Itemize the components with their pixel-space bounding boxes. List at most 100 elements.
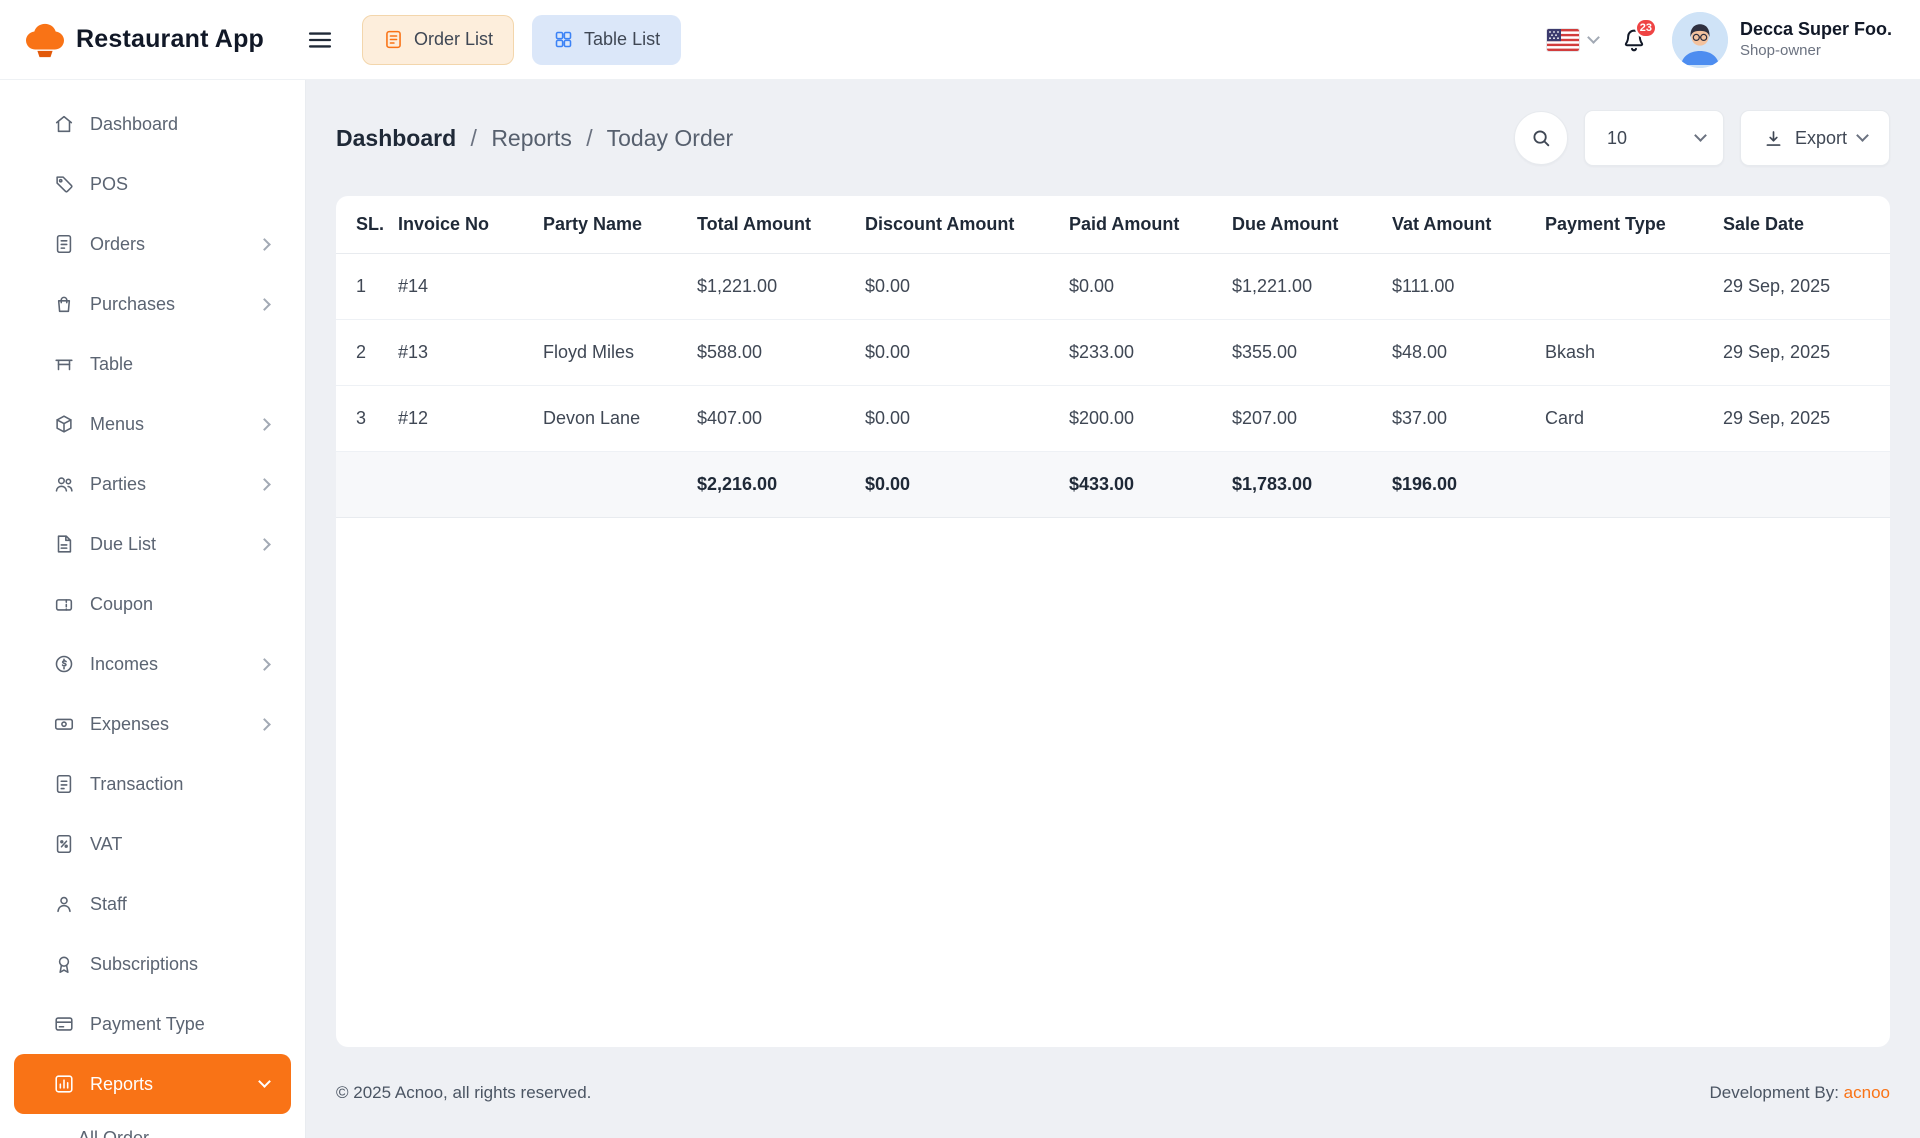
user-meta: Decca Super Foo. Shop-owner bbox=[1740, 18, 1892, 61]
users-icon bbox=[53, 473, 75, 495]
breadcrumb-section[interactable]: Reports bbox=[491, 125, 572, 151]
table-list-label: Table List bbox=[584, 29, 661, 49]
chevron-down-icon bbox=[1856, 129, 1869, 142]
breadcrumb-separator: / bbox=[470, 124, 477, 151]
breadcrumb-root[interactable]: Dashboard bbox=[336, 125, 456, 151]
table-totals-row: $2,216.00 $0.00 $433.00 $1,783.00 $196.0… bbox=[336, 451, 1890, 518]
sidebar-item-dashboard[interactable]: Dashboard bbox=[0, 94, 305, 154]
page-size-select[interactable]: 10 bbox=[1583, 110, 1724, 166]
sidebar-item-reports[interactable]: Reports bbox=[14, 1054, 291, 1114]
table-row: 1 #14 $1,221.00 $0.00 $0.00 $1,221.00 $1… bbox=[336, 253, 1890, 320]
sidebar-subitem-all-order[interactable]: All Order bbox=[0, 1114, 305, 1138]
column-header: Invoice No bbox=[398, 196, 543, 254]
total-cell bbox=[543, 451, 697, 518]
cell-payment-type bbox=[1545, 253, 1723, 320]
table-list-button[interactable]: Table List bbox=[532, 14, 682, 65]
total-cell: $1,783.00 bbox=[1232, 451, 1392, 518]
cell-discount: $0.00 bbox=[865, 319, 1069, 386]
sidebar-item-pos[interactable]: POS bbox=[0, 154, 305, 214]
cell-vat: $37.00 bbox=[1392, 385, 1545, 452]
cell-party bbox=[543, 253, 697, 320]
cell-sale-date: 29 Sep, 2025 bbox=[1723, 319, 1890, 386]
chevron-down-icon bbox=[1694, 129, 1707, 142]
award-icon bbox=[53, 953, 75, 975]
sidebar-item-label: Coupon bbox=[90, 593, 154, 614]
total-cell bbox=[398, 451, 543, 518]
chevron-right-icon bbox=[258, 237, 271, 251]
sidebar-item-orders[interactable]: Orders bbox=[0, 214, 305, 274]
development-link[interactable]: acnoo bbox=[1844, 1083, 1890, 1102]
credit-card-icon bbox=[53, 1013, 75, 1035]
search-button[interactable] bbox=[1513, 111, 1568, 165]
sidebar-item-parties[interactable]: Parties bbox=[0, 454, 305, 514]
page-footer: © 2025 Acnoo, all rights reserved. Devel… bbox=[336, 1047, 1890, 1138]
sidebar-item-coupon[interactable]: Coupon bbox=[0, 574, 305, 634]
cell-sale-date: 29 Sep, 2025 bbox=[1723, 385, 1890, 452]
breadcrumb-separator: / bbox=[586, 124, 593, 151]
bar-chart-icon bbox=[53, 1073, 75, 1095]
sidebar-item-transaction[interactable]: Transaction bbox=[0, 754, 305, 814]
toolbar-actions: 10 Export bbox=[1513, 110, 1890, 166]
column-header: SL. bbox=[336, 196, 398, 254]
person-icon bbox=[53, 893, 75, 915]
app-root: Restaurant App Order List Table List 23 … bbox=[0, 0, 1920, 1138]
sidebar-item-staff[interactable]: Staff bbox=[0, 874, 305, 934]
language-selector[interactable] bbox=[1545, 27, 1600, 52]
search-icon bbox=[1530, 127, 1552, 149]
sidebar-item-due-list[interactable]: Due List bbox=[0, 514, 305, 574]
sidebar-item-label: Purchases bbox=[90, 293, 176, 314]
sidebar-item-label: Expenses bbox=[90, 713, 170, 734]
chevron-down-icon bbox=[258, 1075, 271, 1088]
chevron-down-icon bbox=[1587, 30, 1600, 44]
notifications-button[interactable]: 23 bbox=[1620, 17, 1657, 54]
cell-total: $407.00 bbox=[697, 385, 865, 452]
cell-invoice: #13 bbox=[398, 319, 543, 386]
sidebar-item-table[interactable]: Table bbox=[0, 334, 305, 394]
today-order-table: SL. Invoice No Party Name Total Amount D… bbox=[336, 196, 1890, 518]
chevron-right-icon bbox=[258, 657, 271, 671]
main-content: Dashboard / Reports / Today Order 10 Exp… bbox=[306, 80, 1920, 1138]
sidebar-item-label: Table bbox=[90, 353, 134, 374]
package-icon bbox=[53, 413, 75, 435]
total-cell: $196.00 bbox=[1392, 451, 1545, 518]
cell-payment-type: Card bbox=[1545, 385, 1723, 452]
sidebar-item-vat[interactable]: VAT bbox=[0, 814, 305, 874]
table-header-row: SL. Invoice No Party Name Total Amount D… bbox=[336, 196, 1890, 254]
shopping-bag-icon bbox=[53, 293, 75, 315]
sidebar-item-label: Dashboard bbox=[90, 113, 179, 134]
cell-vat: $48.00 bbox=[1392, 319, 1545, 386]
cell-discount: $0.00 bbox=[865, 385, 1069, 452]
breadcrumb-current: Today Order bbox=[606, 124, 734, 151]
sidebar-item-label: Parties bbox=[90, 473, 147, 494]
page-size-value: 10 bbox=[1606, 127, 1627, 148]
cell-sale-date: 29 Sep, 2025 bbox=[1723, 253, 1890, 320]
export-label: Export bbox=[1794, 127, 1847, 148]
document-icon bbox=[53, 533, 75, 555]
home-icon bbox=[53, 113, 75, 135]
user-profile[interactable]: Decca Super Foo. Shop-owner bbox=[1671, 11, 1892, 68]
development-by-label: Development By: bbox=[1709, 1082, 1839, 1102]
us-flag-icon bbox=[1545, 27, 1580, 52]
brand-logo-icon bbox=[24, 21, 66, 59]
copyright-text: © 2025 Acnoo, all rights reserved. bbox=[336, 1082, 592, 1102]
sidebar-item-label: POS bbox=[90, 173, 129, 194]
column-header: Due Amount bbox=[1232, 196, 1392, 254]
sidebar-item-expenses[interactable]: Expenses bbox=[0, 694, 305, 754]
sidebar-toggle-button[interactable] bbox=[306, 26, 334, 54]
sidebar-item-menus[interactable]: Menus bbox=[0, 394, 305, 454]
download-icon bbox=[1763, 128, 1784, 149]
brand[interactable]: Restaurant App bbox=[24, 21, 306, 59]
cell-party: Devon Lane bbox=[543, 385, 697, 452]
column-header: Total Amount bbox=[697, 196, 865, 254]
sidebar-item-payment-type[interactable]: Payment Type bbox=[0, 994, 305, 1054]
order-list-button[interactable]: Order List bbox=[362, 14, 515, 65]
export-button[interactable]: Export bbox=[1739, 110, 1890, 166]
cell-total: $1,221.00 bbox=[697, 253, 865, 320]
sidebar-subitem-label: All Order bbox=[78, 1127, 150, 1138]
sidebar-item-incomes[interactable]: Incomes bbox=[0, 634, 305, 694]
chevron-right-icon bbox=[258, 477, 271, 491]
order-list-icon bbox=[383, 29, 404, 50]
sidebar-item-purchases[interactable]: Purchases bbox=[0, 274, 305, 334]
sidebar-item-subscriptions[interactable]: Subscriptions bbox=[0, 934, 305, 994]
report-card: SL. Invoice No Party Name Total Amount D… bbox=[336, 196, 1890, 1047]
